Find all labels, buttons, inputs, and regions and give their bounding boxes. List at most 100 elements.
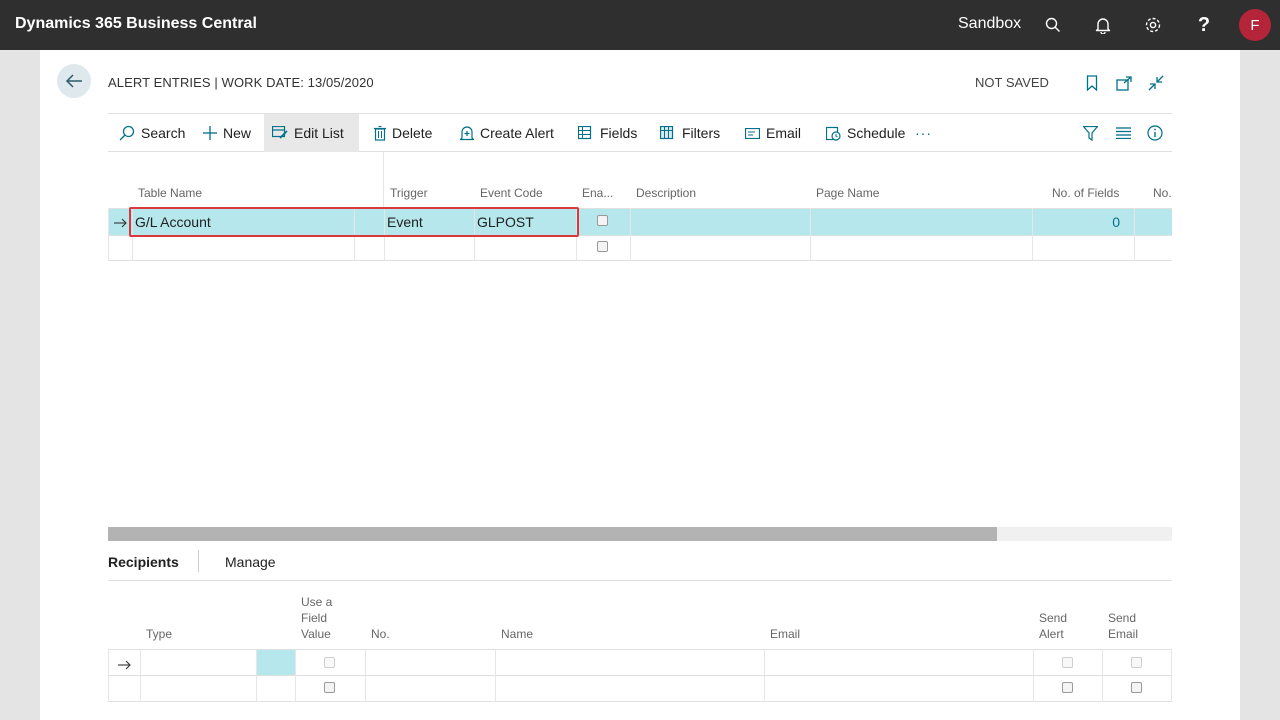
column-header-use-field-value[interactable]: Use a Field Value [301, 594, 332, 642]
filters-label: Filters [682, 125, 721, 141]
collapse-icon[interactable] [1146, 73, 1166, 93]
column-divider [383, 152, 384, 209]
avatar[interactable]: F [1239, 9, 1271, 41]
horizontal-scrollbar[interactable] [108, 527, 1172, 541]
filters-button[interactable]: Filters [652, 114, 728, 152]
trash-icon [374, 125, 386, 141]
grid-line [1032, 208, 1033, 261]
gear-icon[interactable] [1140, 12, 1166, 38]
scrollbar-thumb[interactable] [108, 527, 997, 541]
grid-line [295, 649, 296, 702]
email-button[interactable]: Email [737, 114, 809, 152]
edit-list-label: Edit List [294, 125, 344, 141]
new-button[interactable]: New [195, 114, 259, 152]
subpage-tab-bar: Recipients Manage [108, 550, 1172, 581]
search-button[interactable]: Search [111, 114, 193, 152]
delete-label: Delete [392, 125, 433, 141]
header-line: Use a [301, 595, 333, 609]
grid-line [108, 675, 1172, 676]
grid-line [1102, 649, 1103, 702]
grid-line [108, 649, 1172, 650]
create-alert-label: Create Alert [480, 125, 554, 141]
grid-line [1134, 208, 1135, 261]
column-header-description[interactable]: Description [636, 186, 696, 200]
search-icon [119, 125, 135, 141]
edit-list-button[interactable]: Edit List [264, 114, 359, 152]
grid-line [630, 208, 631, 261]
header-line: Alert [1039, 627, 1064, 641]
grid-line [1171, 649, 1172, 702]
column-header-event-code[interactable]: Event Code [480, 186, 543, 200]
send-email-checkbox[interactable] [1131, 682, 1142, 693]
column-header-page-name[interactable]: Page Name [816, 186, 879, 200]
create-alert-icon [460, 125, 474, 140]
schedule-label: Schedule [847, 125, 906, 141]
delete-button[interactable]: Delete [366, 114, 440, 152]
grid-line [108, 260, 1172, 261]
app-header-bar: Dynamics 365 Business Central Sandbox ? … [0, 0, 1280, 50]
header-line: Field [301, 611, 328, 625]
tab-recipients[interactable]: Recipients [108, 554, 179, 570]
grid-line [108, 208, 109, 261]
app-title[interactable]: Dynamics 365 Business Central [15, 15, 257, 33]
help-icon[interactable]: ? [1191, 12, 1217, 38]
email-label: Email [766, 125, 802, 141]
column-header-send-alert[interactable]: Send Alert [1039, 610, 1067, 642]
grid-line [140, 649, 141, 702]
schedule-icon [826, 126, 841, 141]
save-status: NOT SAVED [975, 75, 1049, 90]
header-line: Send [1039, 611, 1068, 625]
row-indicator-arrow-icon [113, 215, 127, 233]
create-alert-button[interactable]: Create Alert [452, 114, 562, 152]
grid-line [256, 649, 257, 702]
bell-icon[interactable] [1090, 12, 1116, 38]
fields-icon [578, 126, 592, 140]
more-options-button[interactable]: ··· [907, 114, 940, 152]
send-email-checkbox[interactable] [1131, 657, 1142, 668]
cell-no-of-fields[interactable]: 0 [1036, 214, 1120, 230]
use-field-value-checkbox[interactable] [324, 657, 335, 668]
grid-line [764, 649, 765, 702]
search-icon[interactable] [1040, 12, 1066, 38]
send-alert-checkbox[interactable] [1062, 682, 1073, 693]
send-alert-checkbox[interactable] [1062, 657, 1073, 668]
header-line: Value [301, 627, 331, 641]
column-header-trigger[interactable]: Trigger [390, 186, 428, 200]
selected-cell[interactable] [257, 650, 295, 675]
column-header-type[interactable]: Type [146, 626, 172, 642]
use-field-value-checkbox[interactable] [324, 682, 335, 693]
grid-line [810, 208, 811, 261]
tab-manage[interactable]: Manage [225, 554, 276, 570]
column-header-send-email[interactable]: Send Email [1108, 610, 1138, 642]
page-title: ALERT ENTRIES | WORK DATE: 13/05/2020 [108, 75, 374, 90]
filters-table-icon [660, 126, 674, 140]
open-new-window-icon[interactable] [1114, 73, 1134, 93]
grid-line [108, 649, 109, 702]
schedule-button[interactable]: Schedule [818, 114, 913, 152]
fields-label: Fields [600, 125, 638, 141]
grid-line [365, 649, 366, 702]
action-bar: Search New Edit List Delete Create Alert… [108, 113, 1172, 152]
bookmark-icon[interactable] [1082, 73, 1102, 93]
column-header-email[interactable]: Email [770, 626, 800, 642]
info-icon[interactable] [1145, 123, 1165, 143]
grid-line [495, 649, 496, 702]
enabled-checkbox[interactable] [597, 215, 608, 226]
header-line: Email [1108, 627, 1139, 641]
company-name[interactable]: Sandbox [958, 15, 1021, 33]
fields-button[interactable]: Fields [570, 114, 645, 152]
list-view-icon[interactable] [1113, 123, 1133, 143]
grid-line [1033, 649, 1034, 702]
back-button[interactable] [57, 64, 91, 98]
enabled-checkbox[interactable] [597, 241, 608, 252]
grid-line [108, 701, 1172, 702]
filter-icon[interactable] [1080, 123, 1100, 143]
column-header-no[interactable]: No. [1153, 186, 1172, 200]
column-header-no[interactable]: No. [371, 626, 390, 642]
edit-list-icon [272, 126, 288, 139]
plus-icon [203, 126, 217, 140]
column-header-no-of-fields[interactable]: No. of Fields [1052, 186, 1119, 200]
column-header-enabled[interactable]: Ena... [582, 186, 613, 200]
column-header-table-name[interactable]: Table Name [138, 186, 202, 200]
column-header-name[interactable]: Name [501, 626, 533, 642]
